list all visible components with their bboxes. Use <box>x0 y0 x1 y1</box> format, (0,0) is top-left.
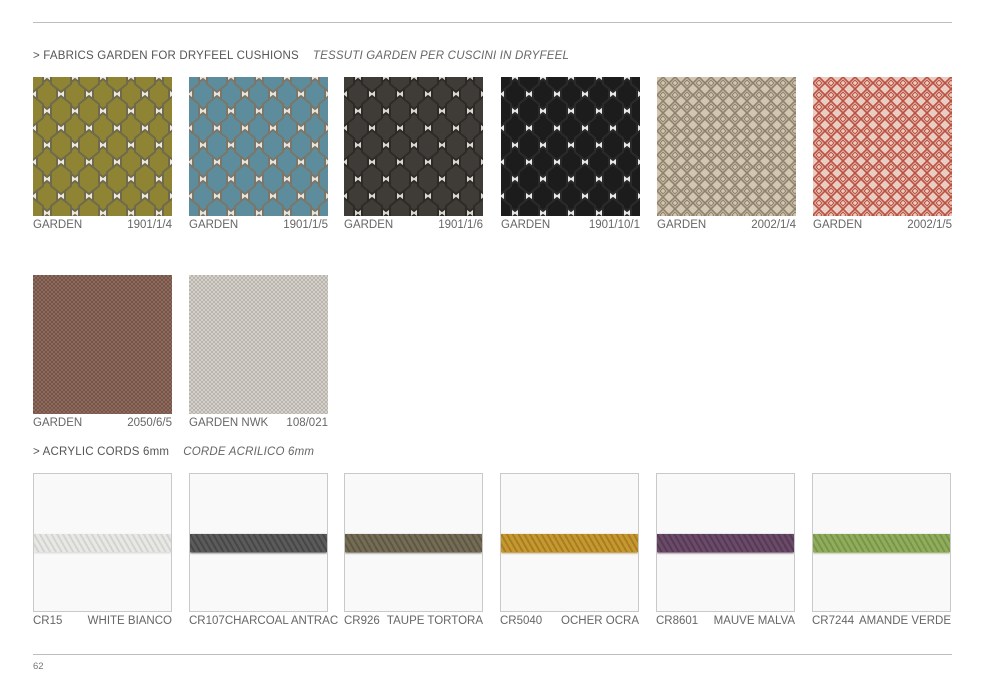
cord-name: OCHER OCRA <box>561 615 639 627</box>
fabric-name: GARDEN NWK <box>189 417 269 429</box>
page-number: 62 <box>33 661 44 672</box>
fabric-code: 1901/1/4 <box>127 219 172 231</box>
cord-swatch[interactable] <box>189 473 328 612</box>
fabric-name: GARDEN <box>813 219 863 231</box>
cord-code: CR107 <box>189 615 225 627</box>
fabric-swatch[interactable] <box>189 77 328 216</box>
cord-swatch[interactable] <box>812 473 951 612</box>
fabric-caption: GARDEN 1901/10/1 <box>501 219 640 231</box>
fabrics-section-title: > FABRICS GARDEN FOR DRYFEEL CUSHIONS TES… <box>33 50 569 62</box>
fabric-caption: GARDEN 2050/6/5 <box>33 417 172 429</box>
fabric-code: 1901/1/5 <box>283 219 328 231</box>
cords-section-title: > ACRYLIC CORDS 6mm CORDE ACRILICO 6mm <box>33 446 314 458</box>
fabric-code: 1901/10/1 <box>588 219 640 231</box>
cord-strip <box>657 534 794 552</box>
fabrics-title-en: > FABRICS GARDEN FOR DRYFEEL CUSHIONS <box>33 50 299 62</box>
cord-strip <box>501 534 638 552</box>
cord-caption: CR7244 AMANDE VERDE <box>812 615 951 627</box>
cord-name: WHITE BIANCO <box>87 615 172 627</box>
fabric-swatch[interactable] <box>501 77 640 216</box>
fabric-swatch[interactable] <box>33 77 172 216</box>
fabric-caption: GARDEN 2002/1/5 <box>813 219 952 231</box>
cord-code: CR15 <box>33 615 63 627</box>
fabric-swatch[interactable] <box>344 77 483 216</box>
cords-title-en: > ACRYLIC CORDS 6mm <box>33 446 170 458</box>
fabric-caption: GARDEN 1901/1/4 <box>33 219 172 231</box>
fabric-caption: GARDEN 2002/1/4 <box>657 219 796 231</box>
fabric-name: GARDEN <box>33 219 83 231</box>
fabric-name: GARDEN <box>501 219 551 231</box>
fabric-code: 2002/1/5 <box>907 219 952 231</box>
cord-swatch[interactable] <box>344 473 483 612</box>
fabric-name: GARDEN <box>189 219 239 231</box>
fabric-caption: GARDEN 1901/1/5 <box>189 219 328 231</box>
fabrics-title-it: TESSUTI GARDEN PER CUSCINI IN DRYFEEL <box>312 50 570 62</box>
cord-caption: CR926 TAUPE TORTORA <box>344 615 483 627</box>
fabric-caption: GARDEN 1901/1/6 <box>344 219 483 231</box>
fabric-code: 2002/1/4 <box>751 219 796 231</box>
cord-swatch[interactable] <box>656 473 795 612</box>
cord-strip <box>190 534 327 552</box>
fabric-code: 1901/1/6 <box>438 219 483 231</box>
fabric-swatch-image <box>33 77 172 216</box>
fabric-name: GARDEN <box>344 219 394 231</box>
cord-code: CR926 <box>344 615 380 627</box>
fabric-swatch-image <box>501 77 640 216</box>
cord-name: MAUVE MALVA <box>713 615 795 627</box>
cord-caption: CR15 WHITE BIANCO <box>33 615 172 627</box>
cord-name: AMANDE VERDE <box>858 615 951 627</box>
cords-title-it: CORDE ACRILICO 6mm <box>183 446 315 458</box>
fabric-code: 2050/6/5 <box>127 417 172 429</box>
fabric-name: GARDEN <box>33 417 83 429</box>
fabric-swatch[interactable] <box>657 77 796 216</box>
cord-name: TAUPE TORTORA <box>386 615 483 627</box>
cord-name: CHARCOAL ANTRAC <box>224 615 339 627</box>
cord-caption: CR5040 OCHER OCRA <box>500 615 639 627</box>
fabric-swatch[interactable] <box>33 275 172 414</box>
cord-strip <box>813 534 950 552</box>
cord-strip <box>34 534 171 552</box>
fabric-swatch-image <box>189 275 328 414</box>
fabric-swatch-image <box>33 275 172 414</box>
fabric-name: GARDEN <box>657 219 707 231</box>
cord-caption: CR107 CHARCOAL ANTRAC <box>189 615 338 627</box>
fabric-swatch[interactable] <box>189 275 328 414</box>
cord-caption: CR8601 MAUVE MALVA <box>656 615 795 627</box>
top-rule <box>33 22 952 23</box>
cord-code: CR5040 <box>500 615 543 627</box>
cord-swatch[interactable] <box>33 473 172 612</box>
cord-code: CR7244 <box>812 615 855 627</box>
cord-swatch[interactable] <box>500 473 639 612</box>
cord-strip <box>345 534 482 552</box>
fabric-swatch-image <box>344 77 483 216</box>
fabric-code: 108/021 <box>286 417 328 429</box>
fabric-swatch-image <box>189 77 328 216</box>
bottom-rule <box>33 654 952 655</box>
fabric-swatch-image <box>657 77 796 216</box>
fabric-caption: GARDEN NWK 108/021 <box>189 417 328 429</box>
fabric-swatch[interactable] <box>813 77 952 216</box>
cord-code: CR8601 <box>656 615 699 627</box>
fabric-swatch-image <box>813 77 952 216</box>
